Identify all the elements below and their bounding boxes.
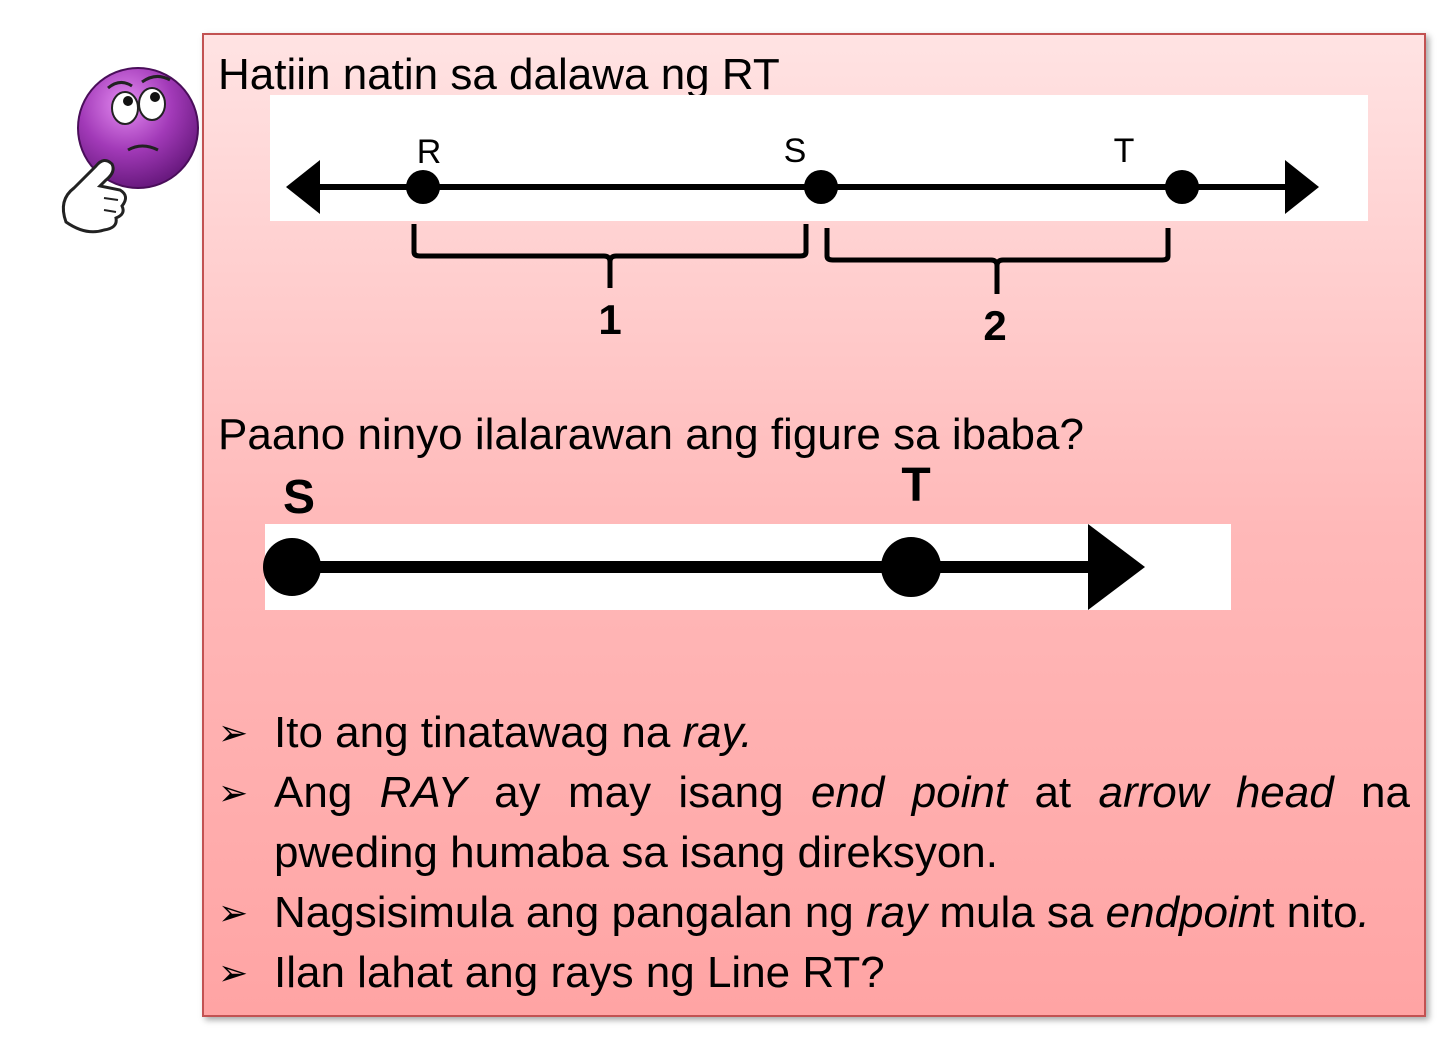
bullet-arrow-icon: ➢ <box>218 892 249 933</box>
bullet-item-3: ➢ Nagsisimula ang pangalan ng ray mula s… <box>218 883 1410 943</box>
bullet-list: ➢ Ito ang tinatawag na ray. ➢ Ang RAY ay… <box>218 703 1410 1003</box>
bullet-arrow-icon: ➢ <box>218 712 249 753</box>
bullet-item-2: ➢ Ang RAY ay may isang end point at arro… <box>218 763 1410 883</box>
bullet-arrow-icon: ➢ <box>218 772 249 813</box>
line-figure-panel <box>270 95 1368 221</box>
bullet-item-4: ➢ Ilan lahat ang rays ng Line RT? <box>218 943 1410 1003</box>
bullet-arrow-icon: ➢ <box>218 952 249 993</box>
heading-question: Paano ninyo ilalarawan ang figure sa iba… <box>218 410 1084 459</box>
heading-divide: Hatiin natin sa dalawa ng RT <box>218 50 780 99</box>
bullet-item-1: ➢ Ito ang tinatawag na ray. <box>218 703 1410 763</box>
ray-figure-panel <box>265 524 1231 610</box>
